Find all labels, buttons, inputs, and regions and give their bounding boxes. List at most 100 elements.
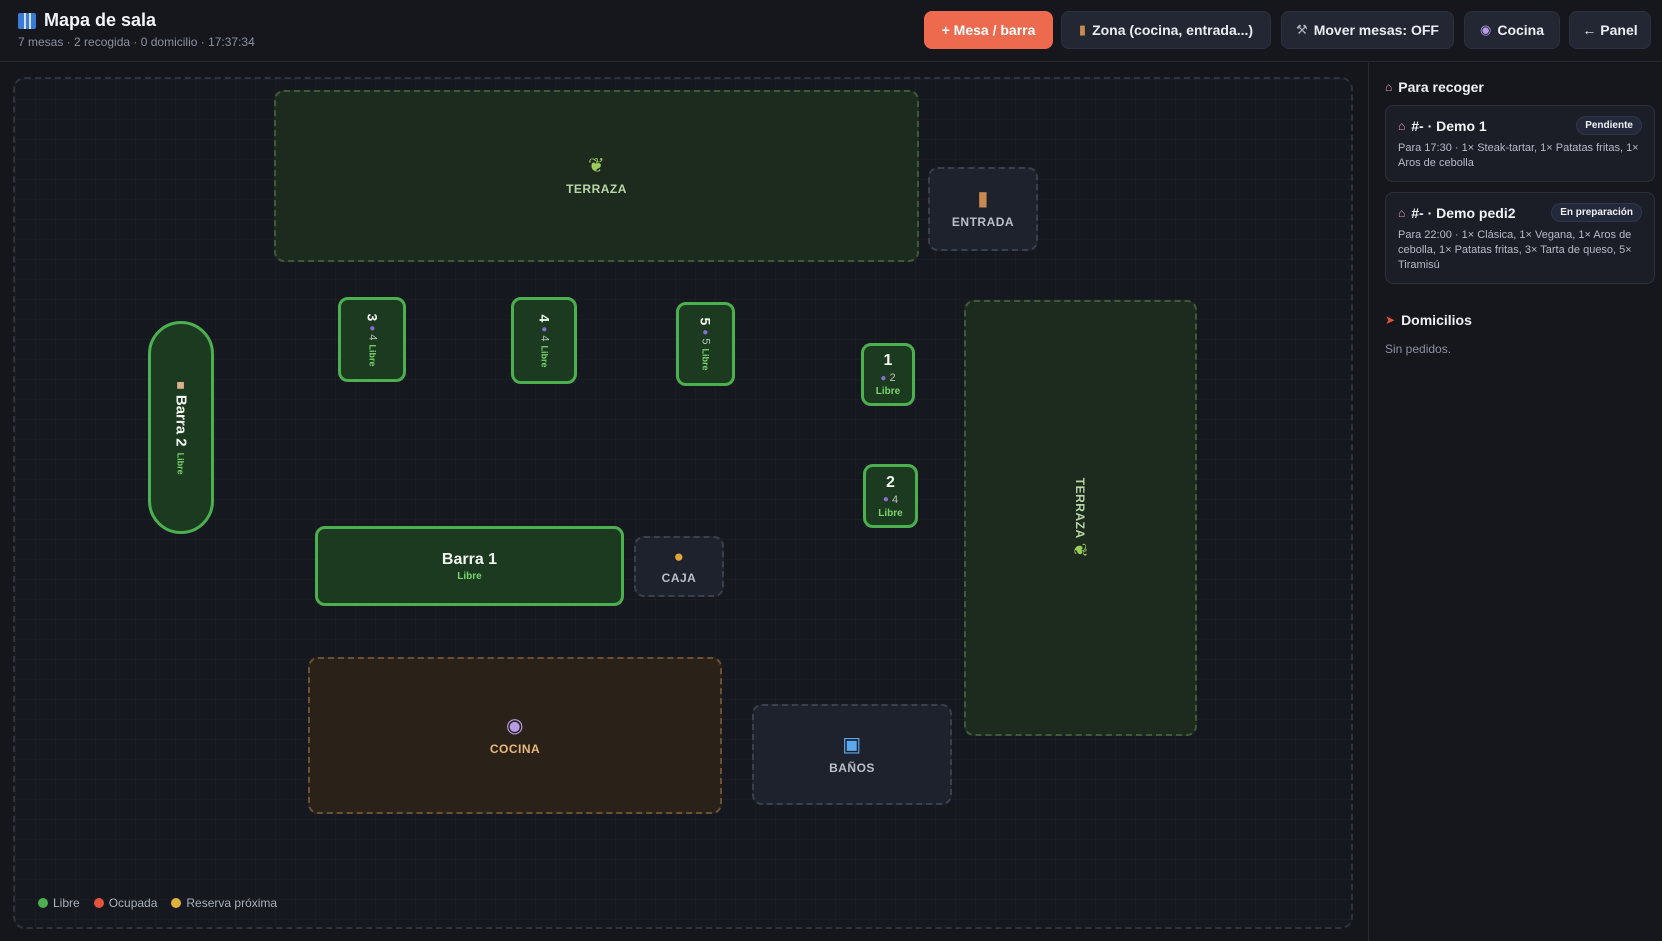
door-icon: ▮ <box>1078 22 1087 37</box>
table-1[interactable]: 1 ● 2 Libre <box>861 343 915 406</box>
yellow-dot-icon <box>171 898 182 908</box>
add-zone-button[interactable]: ▮ Zona (cocina, entrada...) <box>1061 11 1271 49</box>
bag-icon: ■ <box>176 376 186 393</box>
add-table-button[interactable]: + Mesa / barra <box>924 11 1053 49</box>
scooter-icon: ➤ <box>1385 313 1396 327</box>
barra-1-content: Barra 1 Libre <box>442 551 497 582</box>
table-3-content: 3 ● 4 Libre <box>364 313 380 366</box>
page-subtitle: 7 mesas · 2 recogida · 0 domicilio · 17:… <box>18 35 255 49</box>
page-title-text: Mapa de sala <box>44 10 157 30</box>
move-tables-label: Mover mesas: OFF <box>1313 22 1439 38</box>
zone-caja[interactable]: ● CAJA <box>634 536 724 597</box>
zone-label: COCINA <box>489 741 541 756</box>
table-seats: ● 4 <box>883 494 898 506</box>
delivery-section-title: ➤ Domicilios <box>1385 312 1654 328</box>
red-dot-icon <box>93 898 104 908</box>
pickup-order-card[interactable]: ⌂ #- · Demo pedi2 En preparación Para 22:… <box>1385 192 1655 284</box>
zone-label: CAJA <box>661 571 697 585</box>
delivery-empty-text: Sin pedidos. <box>1385 342 1452 356</box>
table-barra-1[interactable]: Barra 1 Libre <box>315 526 624 606</box>
order-name: ⌂ #- · Demo pedi2 <box>1398 205 1516 221</box>
legend-ocupada: Ocupada <box>93 896 158 910</box>
back-to-panel-button[interactable]: ← Panel <box>1569 11 1651 49</box>
zone-label-rotated: TERRAZA ❦ <box>1070 477 1091 559</box>
top-header: Mapa de sala 7 mesas · 2 recogida · 0 do… <box>0 0 1662 62</box>
legend-reserva: Reserva próxima <box>171 896 277 910</box>
legend-label: Ocupada <box>108 896 158 910</box>
order-name: ⌂ #- · Demo 1 <box>1398 118 1487 134</box>
title-block: Mapa de sala 7 mesas · 2 recogida · 0 do… <box>18 10 255 49</box>
legend-label: Reserva próxima <box>186 896 278 910</box>
table-status: Libre <box>176 452 186 475</box>
seat-count: 5 <box>699 338 712 345</box>
zone-terraza-top[interactable]: ❦ TERRAZA <box>274 90 919 262</box>
zone-label: BAÑOS <box>829 760 875 775</box>
door-icon: ▮ <box>977 188 989 210</box>
restroom-icon: ▣ <box>842 733 862 756</box>
table-status: Libre <box>457 570 482 582</box>
side-panel: ⌂ Para recoger ⌂ #- · Demo 1 Pendiente Pa… <box>1368 63 1662 941</box>
table-4-content: 4 ● 4 Libre <box>536 314 552 367</box>
table-seats: ● 4 <box>538 326 550 341</box>
seat-count: 4 <box>891 493 899 506</box>
status-badge: En preparación <box>1551 203 1642 222</box>
order-description: Para 17:30 · 1× Steak-tartar, 1× Patatas… <box>1398 142 1639 169</box>
table-5-content: 5 ● 5 Libre <box>697 318 713 371</box>
pickup-title-text: Para recoger <box>1398 79 1484 95</box>
zone-label: TERRAZA <box>1073 477 1088 539</box>
wrench-icon: ⚒ <box>1296 22 1308 37</box>
table-seats: ● 4 <box>366 325 378 340</box>
person-icon: ● <box>880 372 887 384</box>
house-icon: ⌂ <box>1385 80 1393 94</box>
plant-icon: ❦ <box>1070 542 1091 559</box>
table-1-content: 1 ● 2 Libre <box>876 352 900 397</box>
zone-entrada[interactable]: ▮ ENTRADA <box>928 167 1038 251</box>
table-number: 3 <box>363 313 380 321</box>
table-2[interactable]: 2 ● 4 Libre <box>863 464 918 528</box>
legend-label: Libre <box>53 896 80 910</box>
zone-banos[interactable]: ▣ BAÑOS <box>752 704 952 805</box>
status-legend: Libre Ocupada Reserva próxima <box>38 896 277 910</box>
person-icon: ● <box>882 494 889 505</box>
person-icon: ● <box>366 324 378 331</box>
seat-count: 2 <box>889 372 896 384</box>
page-title: Mapa de sala <box>18 10 255 31</box>
table-status: Libre <box>700 348 711 371</box>
zone-label: TERRAZA <box>566 182 627 196</box>
money-bag-icon: ● <box>673 547 685 566</box>
table-2-content: 2 ● 4 Libre <box>878 474 902 519</box>
order-name-text: #- · Demo pedi2 <box>1411 204 1516 221</box>
table-number: Barra 1 <box>441 550 498 568</box>
move-tables-toggle[interactable]: ⚒ Mover mesas: OFF <box>1281 11 1454 49</box>
kitchen-button[interactable]: ◉ Cocina <box>1464 11 1560 49</box>
chef-icon: ◉ <box>1479 22 1492 37</box>
person-icon: ● <box>699 329 711 336</box>
seat-count: 4 <box>365 333 378 340</box>
table-number: 1 <box>883 352 893 369</box>
floor-plan: ❦ TERRAZA ▮ ENTRADA TERRAZA ❦ ● CAJA ◉ C… <box>13 77 1353 929</box>
table-status: Libre <box>538 344 549 367</box>
table-number: Barra 2 <box>172 394 190 447</box>
table-number: 5 <box>697 317 714 326</box>
table-status: Libre <box>366 343 377 366</box>
zone-cocina[interactable]: ◉ COCINA <box>308 657 722 814</box>
table-status: Libre <box>875 386 901 397</box>
status-badge: Pendiente <box>1576 116 1642 135</box>
table-4[interactable]: 4 ● 4 Libre <box>511 297 577 384</box>
table-3[interactable]: 3 ● 4 Libre <box>338 297 406 382</box>
zone-terraza-right[interactable]: TERRAZA ❦ <box>964 300 1197 736</box>
barra-2-content: ■ Barra 2 Libre <box>172 376 190 475</box>
order-name-text: #- · Demo 1 <box>1411 117 1487 134</box>
house-icon: ⌂ <box>1398 205 1406 220</box>
table-seats: ● 5 <box>699 329 711 344</box>
table-number: 4 <box>535 314 552 322</box>
pickup-order-card[interactable]: ⌂ #- · Demo 1 Pendiente Para 17:30 · 1× S… <box>1385 105 1655 182</box>
map-icon <box>18 12 36 29</box>
kitchen-label: Cocina <box>1497 22 1545 38</box>
table-seats: ● 2 <box>880 372 895 384</box>
add-zone-label: Zona (cocina, entrada...) <box>1092 22 1254 38</box>
seat-count: 4 <box>537 334 550 341</box>
table-barra-2[interactable]: ■ Barra 2 Libre <box>148 321 214 534</box>
order-description: Para 22:00 · 1× Clásica, 1× Vegana, 1× A… <box>1398 229 1632 271</box>
table-5[interactable]: 5 ● 5 Libre <box>676 302 735 386</box>
